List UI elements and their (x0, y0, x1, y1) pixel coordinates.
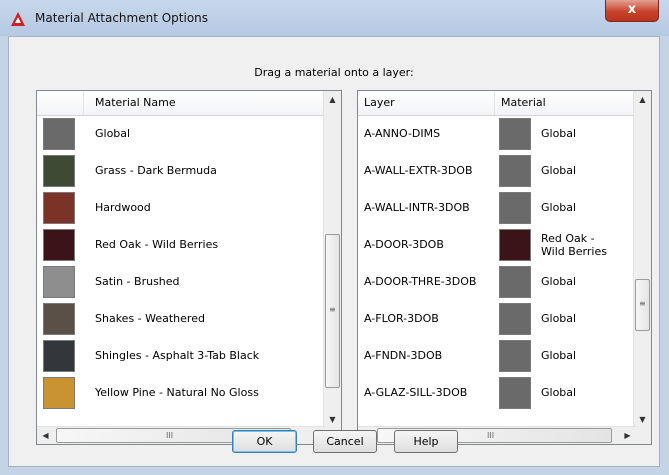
material-swatch[interactable] (499, 155, 531, 187)
list-item[interactable]: Red Oak - Wild Berries (37, 226, 326, 263)
table-row[interactable]: A-WALL-EXTR-3DOB Global (358, 152, 636, 189)
assigned-material: Global (541, 201, 577, 214)
grip-icon: III (166, 431, 174, 440)
list-item[interactable]: Grass - Dark Bermuda (37, 152, 326, 189)
assigned-material: Global (541, 275, 577, 288)
layer-name: A-GLAZ-SILL-3DOB (364, 386, 468, 399)
assigned-material: Global (541, 164, 577, 177)
layer-name: A-ANNO-DIMS (364, 127, 441, 140)
scroll-thumb[interactable]: ≡ (325, 234, 340, 388)
assigned-material: Global (541, 312, 577, 325)
table-row[interactable]: A-WALL-INTR-3DOB Global (358, 189, 636, 226)
close-button[interactable]: x (605, 0, 659, 22)
list-item[interactable]: Shakes - Weathered (37, 300, 326, 337)
scroll-down-arrow[interactable]: ▼ (634, 411, 651, 428)
material-name: Shakes - Weathered (95, 312, 205, 325)
assigned-material: Global (541, 127, 577, 140)
autocad-logo-icon (11, 12, 25, 26)
help-button[interactable]: Help (394, 430, 458, 453)
title-bar: Material Attachment Options x (0, 0, 669, 36)
material-swatch[interactable] (43, 266, 75, 298)
layer-name: A-WALL-EXTR-3DOB (364, 164, 473, 177)
material-name: Grass - Dark Bermuda (95, 164, 217, 177)
cancel-button[interactable]: Cancel (313, 430, 377, 453)
material-swatch[interactable] (499, 303, 531, 335)
material-name: Hardwood (95, 201, 151, 214)
list-item[interactable]: Yellow Pine - Natural No Gloss (37, 374, 326, 411)
layers-list[interactable]: Layer Material A-ANNO-DIMS Global A-WALL-E… (357, 90, 652, 445)
layers-list-header: Layer Material (358, 91, 636, 116)
material-swatch[interactable] (43, 118, 75, 150)
materials-vertical-scrollbar[interactable]: ▲ ≡ ▼ (323, 91, 341, 428)
table-row[interactable]: A-FNDN-3DOB Global (358, 337, 636, 374)
material-swatch[interactable] (499, 118, 531, 150)
layer-name: A-DOOR-3DOB (364, 238, 444, 251)
materials-list-header: Material Name (37, 91, 326, 116)
material-swatch[interactable] (499, 377, 531, 409)
material-name: Global (95, 127, 131, 140)
material-name: Satin - Brushed (95, 275, 180, 288)
swatch-column-header[interactable] (37, 91, 84, 115)
material-swatch[interactable] (43, 340, 75, 372)
grip-icon: ≡ (329, 305, 336, 314)
material-column-header[interactable]: Material (495, 91, 636, 115)
layer-name: A-WALL-INTR-3DOB (364, 201, 470, 214)
assigned-material: Global (541, 349, 577, 362)
table-row[interactable]: A-ANNO-DIMS Global (358, 115, 636, 152)
list-item[interactable]: Global (37, 115, 326, 152)
layer-name: A-DOOR-THRE-3DOB (364, 275, 477, 288)
list-item[interactable]: Hardwood (37, 189, 326, 226)
window-title: Material Attachment Options (35, 11, 209, 25)
table-row[interactable]: A-DOOR-THRE-3DOB Global (358, 263, 636, 300)
material-swatch[interactable] (43, 377, 75, 409)
scroll-left-arrow[interactable]: ◀ (37, 427, 54, 444)
material-swatch[interactable] (43, 303, 75, 335)
scroll-up-arrow[interactable]: ▲ (634, 91, 651, 108)
scroll-thumb[interactable]: ≡ (635, 279, 650, 331)
material-name: Yellow Pine - Natural No Gloss (95, 386, 259, 399)
table-row[interactable]: A-DOOR-3DOB Red Oak - Wild Berries (358, 226, 636, 263)
grip-icon: ≡ (639, 299, 646, 308)
list-item[interactable]: Shingles - Asphalt 3-Tab Black (37, 337, 326, 374)
material-swatch[interactable] (499, 229, 531, 261)
instruction-text: Drag a material onto a layer: (254, 66, 414, 79)
assigned-material: Global (541, 386, 577, 399)
scroll-corner (634, 427, 651, 444)
layers-vertical-scrollbar[interactable]: ▲ ≡ ▼ (633, 91, 651, 428)
material-name-column-header[interactable]: Material Name (84, 91, 326, 115)
material-swatch[interactable] (499, 266, 531, 298)
material-swatch[interactable] (43, 192, 75, 224)
material-name: Shingles - Asphalt 3-Tab Black (95, 349, 260, 362)
layer-name: A-FNDN-3DOB (364, 349, 443, 362)
layer-name: A-FLOR-3DOB (364, 312, 439, 325)
assigned-material: Red Oak - Wild Berries (541, 231, 607, 258)
material-swatch[interactable] (499, 192, 531, 224)
table-row[interactable]: A-GLAZ-SILL-3DOB Global (358, 374, 636, 411)
material-swatch[interactable] (499, 340, 531, 372)
grip-icon: III (487, 431, 495, 440)
material-swatch[interactable] (43, 155, 75, 187)
table-row[interactable]: A-FLOR-3DOB Global (358, 300, 636, 337)
material-swatch[interactable] (43, 229, 75, 261)
list-item[interactable]: Satin - Brushed (37, 263, 326, 300)
ok-button[interactable]: OK (232, 430, 297, 453)
materials-list[interactable]: Material Name Global Grass - Dark Bermuda… (36, 90, 342, 445)
scroll-up-arrow[interactable]: ▲ (324, 91, 341, 108)
scroll-down-arrow[interactable]: ▼ (324, 411, 341, 428)
dialog-body: Drag a material onto a layer: Material N… (8, 36, 660, 467)
layer-column-header[interactable]: Layer (358, 91, 495, 115)
material-name: Red Oak - Wild Berries (95, 238, 219, 251)
